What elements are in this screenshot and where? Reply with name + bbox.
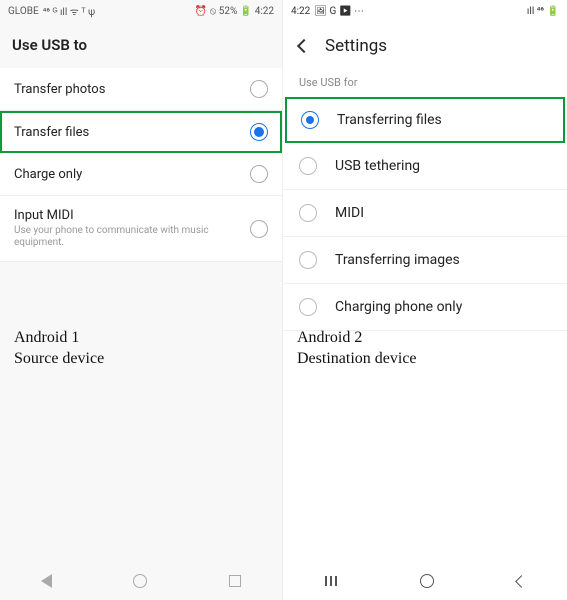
radio-icon [250, 220, 268, 238]
back-icon[interactable] [297, 39, 311, 53]
caption-line1: Android 2 [297, 328, 417, 349]
radio-icon [299, 298, 317, 316]
settings-header: Settings [283, 22, 567, 70]
option-midi[interactable]: MIDI [283, 190, 567, 237]
nav-recent-icon[interactable] [325, 576, 337, 586]
radio-icon [299, 157, 317, 175]
header-title: Settings [325, 36, 387, 56]
caption-line2: Destination device [297, 349, 417, 370]
option-label: Charging phone only [335, 299, 462, 315]
phone-right: 4:22 🖼 G ▶ ⋯ ıll ⁴⁶ 🔋 Settings Use USB f… [283, 0, 567, 600]
radio-icon [250, 80, 268, 98]
nav-bar-left [0, 566, 282, 596]
option-label: Input MIDI [14, 208, 250, 223]
status-right-icons: ⏰ ⦸ 52% 🔋 4:22 [195, 6, 274, 17]
status-left-icons: 🖼 G ▶ ⋯ [314, 6, 364, 17]
caption-right: Android 2 Destination device [297, 328, 417, 370]
caption-line2: Source device [14, 349, 104, 370]
option-charging-only[interactable]: Charging phone only [283, 284, 567, 331]
radio-icon-selected [301, 111, 319, 129]
caption-left: Android 1 Source device [14, 328, 104, 370]
option-input-midi[interactable]: Input MIDI Use your phone to communicate… [0, 196, 282, 262]
status-bar-right: 4:22 🖼 G ▶ ⋯ ıll ⁴⁶ 🔋 [283, 0, 567, 22]
option-label: Transfer files [14, 125, 89, 140]
phone-left: GLOBE ⁴⁶ ᴳ ıll ᯤ ᵀ ψ ⏰ ⦸ 52% 🔋 4:22 Use … [0, 0, 283, 600]
option-sublabel: Use your phone to communicate with music… [14, 225, 250, 249]
option-transfer-files[interactable]: Transfer files [0, 111, 282, 153]
usb-options-list: Transferring files USB tethering MIDI Tr… [283, 97, 567, 331]
carrier-text: GLOBE [8, 6, 39, 17]
option-transfer-photos[interactable]: Transfer photos [0, 68, 282, 111]
option-label: MIDI [335, 205, 364, 221]
nav-recent-icon[interactable] [229, 575, 241, 587]
option-label: Transferring files [337, 112, 442, 128]
status-time: 4:22 [291, 6, 310, 17]
radio-icon [299, 204, 317, 222]
nav-bar-right [283, 566, 567, 596]
option-usb-tethering[interactable]: USB tethering [283, 143, 567, 190]
page-title: Use USB to [0, 22, 282, 68]
sub-header: Use USB for [283, 70, 567, 97]
status-bar-left: GLOBE ⁴⁶ ᴳ ıll ᯤ ᵀ ψ ⏰ ⦸ 52% 🔋 4:22 [0, 0, 282, 22]
option-label: Transferring images [335, 252, 460, 268]
nav-home-icon[interactable] [133, 574, 147, 588]
option-transferring-images[interactable]: Transferring images [283, 237, 567, 284]
nav-home-icon[interactable] [420, 574, 434, 588]
option-label: USB tethering [335, 158, 420, 174]
radio-icon [250, 165, 268, 183]
radio-icon-selected [250, 123, 268, 141]
nav-back-icon[interactable] [515, 575, 528, 588]
option-label: Transfer photos [14, 82, 105, 97]
option-transferring-files[interactable]: Transferring files [285, 97, 565, 143]
status-right-icons: ıll ⁴⁶ 🔋 [527, 6, 559, 17]
nav-back-icon[interactable] [41, 574, 52, 588]
option-label: Charge only [14, 167, 82, 182]
option-charge-only[interactable]: Charge only [0, 153, 282, 196]
radio-icon [299, 251, 317, 269]
caption-line1: Android 1 [14, 328, 104, 349]
usb-options-list: Transfer photos Transfer files Charge on… [0, 68, 282, 262]
signal-icons: ⁴⁶ ᴳ ıll ᯤ ᵀ ψ [43, 4, 96, 18]
